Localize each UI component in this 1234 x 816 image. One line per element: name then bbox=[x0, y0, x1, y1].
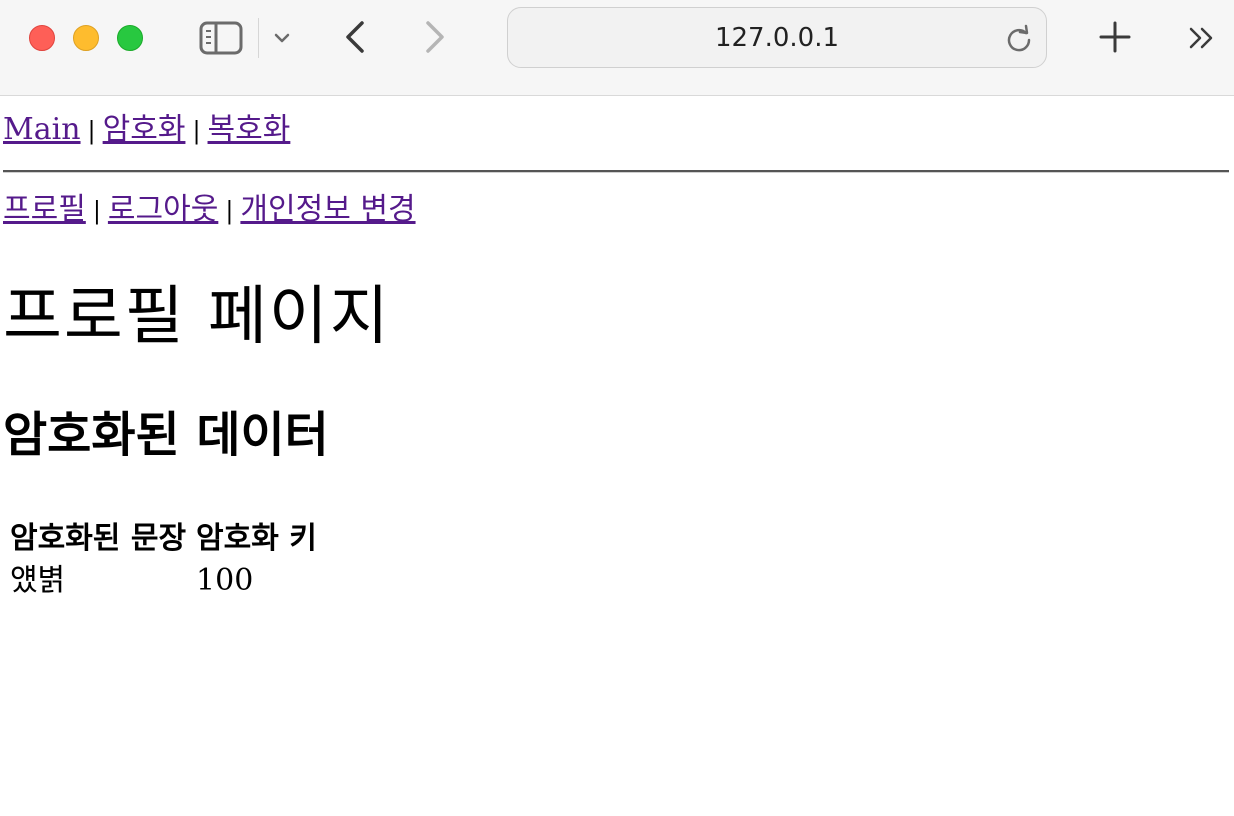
section-heading: 암호화된 데이터 bbox=[3, 407, 329, 463]
main-nav: Main | 암호화 | 복호화 bbox=[3, 113, 290, 148]
nav-separator: | bbox=[92, 197, 101, 225]
encrypted-data-table: 암호화된 문장 암호화 키 얬볅 100 bbox=[0, 517, 327, 603]
user-nav: 프로필 | 로그아웃 | 개인정보 변경 bbox=[3, 193, 416, 228]
browser-toolbar: 127.0.0.1 bbox=[0, 0, 1234, 96]
encryption-key-cell: 100 bbox=[196, 563, 254, 598]
page-title: 프로필 페이지 bbox=[3, 280, 391, 354]
new-tab-button[interactable] bbox=[1096, 17, 1134, 57]
nav-link-edit-personal-info[interactable]: 개인정보 변경 bbox=[240, 192, 415, 227]
back-button[interactable] bbox=[340, 17, 370, 57]
column-header-encryption-key: 암호화 키 bbox=[196, 521, 317, 556]
column-header-encrypted-sentence: 암호화된 문장 bbox=[10, 521, 187, 556]
double-chevron-right-icon[interactable] bbox=[1185, 20, 1221, 56]
close-window-button[interactable] bbox=[29, 25, 55, 51]
nav-link-main[interactable]: Main bbox=[3, 112, 81, 147]
table-header-row: 암호화된 문장 암호화 키 bbox=[10, 519, 317, 559]
minimize-window-button[interactable] bbox=[73, 25, 99, 51]
address-bar[interactable]: 127.0.0.1 bbox=[507, 7, 1047, 68]
nav-link-profile[interactable]: 프로필 bbox=[3, 192, 86, 227]
nav-separator: | bbox=[87, 117, 96, 145]
toolbar-divider bbox=[258, 18, 259, 58]
nav-link-encrypt[interactable]: 암호화 bbox=[103, 112, 186, 147]
horizontal-rule bbox=[3, 170, 1229, 173]
table-row: 얬볅 100 bbox=[10, 561, 317, 601]
nav-separator: | bbox=[192, 117, 201, 145]
nav-separator: | bbox=[225, 197, 234, 225]
nav-link-decrypt[interactable]: 복호화 bbox=[208, 112, 291, 147]
forward-button[interactable] bbox=[420, 17, 450, 57]
nav-link-logout[interactable]: 로그아웃 bbox=[108, 192, 218, 227]
reload-icon[interactable] bbox=[1004, 24, 1034, 54]
zoom-window-button[interactable] bbox=[117, 25, 143, 51]
sidebar-icon[interactable] bbox=[198, 20, 244, 56]
chevron-down-icon[interactable] bbox=[272, 28, 292, 48]
url-text[interactable]: 127.0.0.1 bbox=[508, 8, 1046, 69]
encrypted-sentence-cell: 얬볅 bbox=[10, 563, 66, 598]
